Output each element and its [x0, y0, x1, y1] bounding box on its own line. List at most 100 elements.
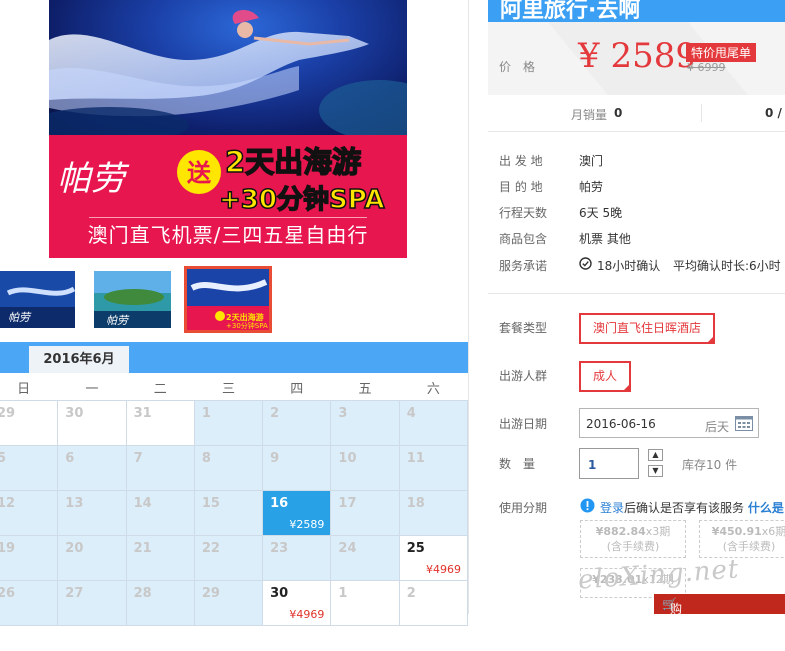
day-number: 8 — [201, 451, 211, 466]
detail-key-origin: 出 发 地 — [499, 154, 543, 168]
calendar-day: 24 — [330, 535, 400, 581]
calendar-day-available[interactable]: 16 ¥2589 — [262, 490, 332, 536]
plan-period: x3期 — [645, 525, 671, 538]
what-is-link[interactable]: 什么是 — [748, 501, 784, 515]
other-count: 0 / — [765, 106, 782, 120]
weekday-6: 六 — [399, 374, 468, 401]
calendar-grid: 日一二三四五六 29 30 31 1 2 3 4 5 6 7 8 9 10 11 12 13 14 15 16 ¥25… — [0, 374, 469, 626]
calendar-day: 9 — [262, 445, 332, 491]
day-number: 27 — [65, 586, 84, 601]
calendar-day-available[interactable]: 25 ¥4969 — [398, 535, 469, 581]
day-number: 16 — [270, 496, 289, 511]
package-option-selected[interactable]: 澳门直飞住日晖酒店 — [579, 313, 715, 344]
traveler-option-label: 成人 — [592, 369, 617, 383]
login-link[interactable]: 登录 — [600, 501, 624, 515]
calendar-day: 21 — [125, 535, 195, 581]
day-number: 3 — [338, 406, 348, 421]
package-option-label: 澳门直飞住日晖酒店 — [592, 321, 701, 335]
divider — [488, 293, 785, 294]
package-type-label: 套餐类型 — [499, 321, 548, 335]
weekday-row: 日一二三四五六 — [0, 374, 468, 401]
quantity-value: 1 — [588, 458, 597, 472]
calendar-day: 27 — [57, 580, 127, 626]
calendar-day: 23 — [262, 535, 332, 581]
promo-badge: 特价甩尾单 — [686, 43, 757, 62]
divider — [488, 131, 785, 132]
weekday-0: 日 — [0, 374, 58, 401]
day-number: 15 — [201, 496, 220, 511]
plan-fee: (含手续费) — [606, 540, 660, 553]
day-number: 14 — [133, 496, 152, 511]
installment-label: 使用分期 — [499, 501, 548, 515]
calendar-day: 3 — [330, 400, 400, 446]
shop-title-bar: 阿里旅行·去啊 — [488, 0, 785, 22]
quantity-label: 数 量 — [499, 457, 536, 471]
svg-text:2天出海游: 2天出海游 — [226, 312, 264, 322]
day-number: 25 — [406, 541, 425, 556]
plan-amount: ¥882.84 — [595, 525, 646, 538]
plan-amount: ¥450.91 — [711, 525, 762, 538]
quantity-decrease-button[interactable]: ▼ — [648, 465, 663, 477]
day-number: 11 — [406, 451, 425, 466]
shop-title: 阿里旅行·去啊 — [500, 0, 641, 22]
weekday-3: 三 — [194, 374, 263, 401]
cart-label-text: 购物车 — [670, 602, 683, 650]
day-number: 4 — [406, 406, 416, 421]
calendar-week-row: 5 6 7 8 9 10 11 — [0, 445, 469, 491]
service-avg-time: 平均确认时长:6小时 — [673, 259, 781, 273]
slogan-gift: 送 — [187, 159, 212, 187]
calendar-day: 5 — [0, 445, 59, 491]
day-price: ¥4969 — [289, 608, 325, 621]
calendar-day-available[interactable]: 30 ¥4969 — [262, 580, 332, 626]
thumbnail-1[interactable]: 帕劳 — [0, 271, 75, 328]
installment-plan-3[interactable]: ¥882.84x3期 (含手续费) — [580, 520, 686, 558]
day-number: 1 — [338, 586, 348, 601]
day-number: 23 — [270, 541, 289, 556]
weekday-5: 五 — [330, 374, 400, 401]
calendar-day: 22 — [193, 535, 264, 581]
quantity-increase-button[interactable]: ▲ — [648, 449, 663, 461]
calendar-day: 20 — [57, 535, 127, 581]
calendar-day: 18 — [398, 490, 469, 536]
detail-key-duration: 行程天数 — [499, 206, 548, 220]
day-number: 12 — [0, 496, 16, 511]
svg-text:帕劳: 帕劳 — [106, 314, 130, 327]
day-number: 20 — [65, 541, 84, 556]
svg-text:+30分钟SPA: +30分钟SPA — [226, 321, 268, 330]
quantity-input[interactable]: 1 — [579, 448, 639, 479]
day-number: 13 — [65, 496, 84, 511]
slogan-line2: +30分钟SPA — [219, 184, 384, 215]
calendar-day: 31 — [125, 400, 195, 446]
calendar-day: 13 — [57, 490, 127, 536]
weekday-1: 一 — [57, 374, 127, 401]
calendar-day: 6 — [57, 445, 127, 491]
detail-key-includes: 商品包含 — [499, 232, 548, 246]
thumbnail-image: 帕劳 — [94, 271, 171, 328]
traveler-option-selected[interactable]: 成人 — [579, 361, 631, 392]
info-icon — [580, 498, 595, 513]
travel-date-input[interactable]: 2016-06-16 后天 — [579, 408, 759, 438]
day-number: 9 — [270, 451, 280, 466]
day-number: 30 — [65, 406, 84, 421]
service-label: 服务承诺 — [499, 259, 548, 273]
svg-text:帕劳: 帕劳 — [8, 311, 32, 324]
calendar-day: 14 — [125, 490, 195, 536]
calendar-month-tab[interactable]: 2016年6月 — [29, 346, 129, 373]
monthly-sales-label: 月销量 — [571, 108, 608, 122]
calendar-day: 28 — [125, 580, 195, 626]
calendar-icon[interactable] — [735, 416, 753, 431]
thumbnail-2[interactable]: 帕劳 — [94, 271, 171, 328]
day-number: 28 — [133, 586, 152, 601]
day-number: 19 — [0, 541, 16, 556]
hero-subtitle: 澳门直飞机票/三四五星自由行 — [87, 223, 369, 247]
day-number: 21 — [133, 541, 152, 556]
calendar-day: 19 — [0, 535, 59, 581]
add-to-cart-button[interactable]: 🛒 购物车 — [654, 594, 785, 650]
installment-plan-6[interactable]: ¥450.91x6期 (含手续费) — [699, 520, 785, 558]
thumbnail-3-selected[interactable]: 2天出海游 +30分钟SPA — [184, 266, 272, 333]
plan-fee: (含手续费) — [722, 540, 776, 553]
day-number: 2 — [406, 586, 416, 601]
service-confirm: 18小时确认 — [597, 259, 661, 273]
day-number: 30 — [270, 586, 289, 601]
day-number: 2 — [270, 406, 280, 421]
